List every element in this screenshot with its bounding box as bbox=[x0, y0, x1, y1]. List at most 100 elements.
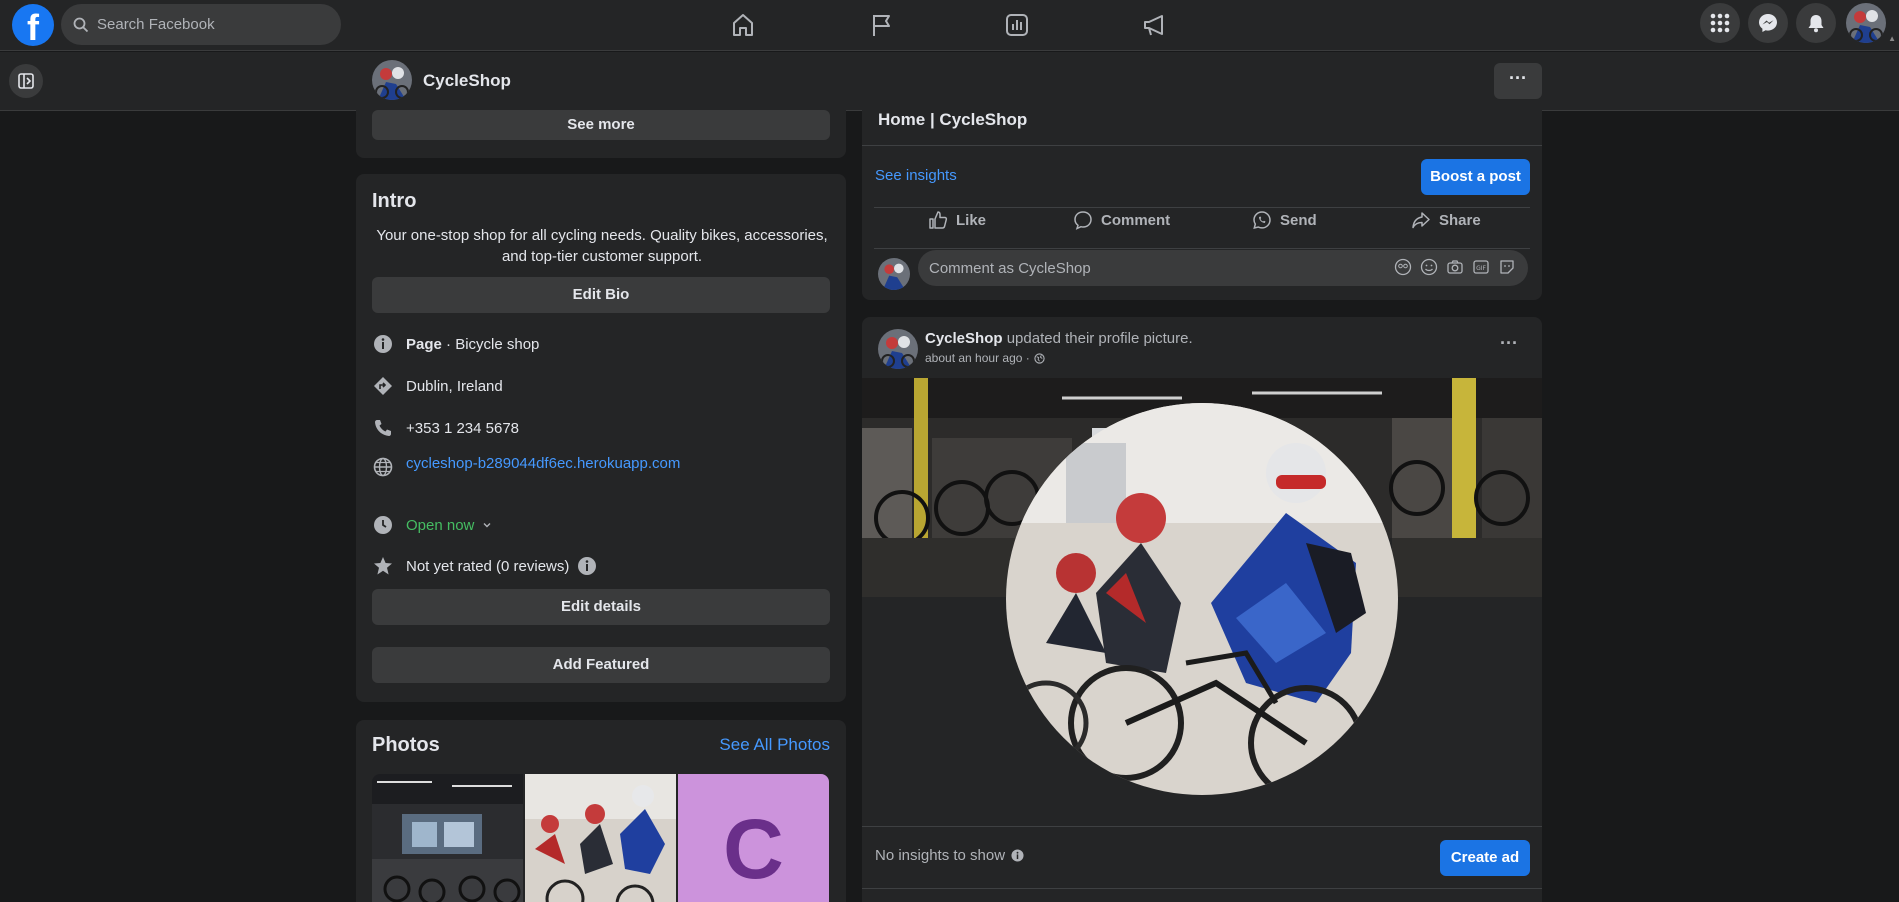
sticker-icon[interactable] bbox=[1498, 258, 1516, 276]
search-input[interactable]: Search Facebook bbox=[97, 16, 215, 33]
avatar-sticker-icon[interactable] bbox=[1394, 258, 1412, 276]
hours-row[interactable]: Open now bbox=[372, 513, 492, 537]
page-header-bar: CycleShop ··· bbox=[0, 52, 1899, 111]
chevron-down-icon[interactable] bbox=[482, 520, 492, 530]
website-row: cycleshop-b289044df6ec.herokuapp.com bbox=[372, 455, 680, 479]
photos-card: Photos See All Photos C bbox=[356, 720, 846, 902]
commenter-avatar[interactable] bbox=[878, 258, 910, 290]
new-profile-picture[interactable] bbox=[1006, 403, 1398, 795]
page-home-card: Home | CycleShop See insights Boost a po… bbox=[862, 104, 1542, 300]
page-avatar[interactable] bbox=[372, 60, 412, 100]
post-card: CycleShop updated their profile picture.… bbox=[862, 317, 1542, 902]
add-featured-button[interactable]: Add Featured bbox=[372, 647, 830, 683]
divider bbox=[874, 207, 1530, 208]
photo-thumbnail-letter[interactable]: C bbox=[678, 774, 829, 902]
see-insights-link[interactable]: See insights bbox=[875, 167, 957, 184]
comment-input[interactable]: Comment as CycleShop GIF bbox=[918, 250, 1528, 286]
divider bbox=[862, 145, 1542, 146]
directions-icon bbox=[372, 375, 394, 397]
post-more-options[interactable]: ··· bbox=[1500, 333, 1518, 354]
menu-grid-button[interactable] bbox=[1700, 3, 1740, 43]
photo-thumbnail-store[interactable] bbox=[372, 774, 523, 902]
comment-label: Comment bbox=[1101, 211, 1171, 229]
intro-card: Intro Your one-stop shop for all cycling… bbox=[356, 174, 846, 702]
divider bbox=[874, 248, 1530, 249]
intro-title: Intro bbox=[372, 190, 417, 212]
pages-flag-icon[interactable] bbox=[866, 10, 896, 40]
create-ad-button[interactable]: Create ad bbox=[1440, 840, 1530, 876]
emoji-icon[interactable] bbox=[1420, 258, 1438, 276]
see-more-button[interactable]: See more bbox=[372, 110, 830, 140]
camera-icon[interactable] bbox=[1446, 258, 1464, 276]
send-label: Send bbox=[1280, 211, 1317, 229]
post-author-avatar[interactable] bbox=[878, 329, 918, 369]
post-meta: about an hour ago · bbox=[925, 351, 1045, 365]
page-category: · Bicycle shop bbox=[441, 335, 540, 353]
search-box[interactable]: Search Facebook bbox=[61, 4, 341, 45]
no-insights-text: No insights to show bbox=[875, 847, 1006, 864]
comment-bubble-icon bbox=[1074, 211, 1092, 230]
ads-megaphone-icon[interactable] bbox=[1140, 10, 1170, 40]
post-author-name[interactable]: CycleShop bbox=[925, 330, 1003, 347]
account-avatar[interactable] bbox=[1846, 3, 1886, 43]
letter-tile-text: C bbox=[723, 802, 784, 896]
like-action[interactable]: Like bbox=[928, 210, 986, 230]
top-navigation-bar: f Search Facebook ▲ bbox=[0, 0, 1899, 51]
sidebar-toggle-button[interactable] bbox=[9, 64, 43, 98]
comment-tools: GIF bbox=[1394, 258, 1516, 276]
rating-row: Not yet rated (0 reviews) bbox=[372, 554, 597, 578]
page-category-row: Page · Bicycle shop bbox=[372, 332, 539, 356]
phone-icon bbox=[372, 417, 394, 439]
info-icon bbox=[372, 333, 394, 355]
post-action-text: updated their profile picture. bbox=[1002, 330, 1193, 347]
rating-text: Not yet rated (0 reviews) bbox=[406, 557, 570, 575]
intro-bio: Your one-stop shop for all cycling needs… bbox=[376, 227, 828, 265]
about-card-bottom: See more bbox=[356, 104, 846, 158]
svg-text:GIF: GIF bbox=[1476, 265, 1486, 272]
public-globe-icon bbox=[1034, 352, 1045, 364]
gif-icon[interactable]: GIF bbox=[1472, 258, 1490, 276]
post-header: CycleShop updated their profile picture. bbox=[925, 330, 1193, 347]
share-action[interactable]: Share bbox=[1411, 210, 1481, 230]
location-text: Dublin, Ireland bbox=[406, 377, 503, 395]
page-more-options-button[interactable]: ··· bbox=[1494, 63, 1542, 99]
page-label: Page bbox=[406, 335, 442, 353]
home-icon[interactable] bbox=[728, 10, 758, 40]
whatsapp-icon bbox=[1253, 211, 1271, 230]
see-all-photos-link[interactable]: See All Photos bbox=[719, 735, 830, 755]
send-action[interactable]: Send bbox=[1252, 210, 1317, 230]
website-link[interactable]: cycleshop-b289044df6ec.herokuapp.com bbox=[406, 455, 680, 472]
open-status[interactable]: Open now bbox=[406, 517, 474, 534]
search-icon bbox=[73, 17, 89, 33]
comment-action[interactable]: Comment bbox=[1073, 210, 1170, 230]
home-title: Home | CycleShop bbox=[878, 110, 1028, 129]
share-label: Share bbox=[1439, 211, 1481, 229]
sidebar-panel-icon bbox=[18, 73, 34, 89]
scroll-up-arrow-icon[interactable]: ▲ bbox=[1888, 34, 1896, 43]
facebook-logo[interactable]: f bbox=[12, 4, 54, 46]
photos-title: Photos bbox=[372, 734, 440, 756]
edit-bio-button[interactable]: Edit Bio bbox=[372, 277, 830, 313]
clock-icon bbox=[372, 514, 394, 536]
comment-placeholder: Comment as CycleShop bbox=[929, 260, 1091, 277]
notifications-button[interactable] bbox=[1796, 3, 1836, 43]
rating-info-icon[interactable] bbox=[577, 556, 597, 576]
insights-chart-icon[interactable] bbox=[1002, 10, 1032, 40]
divider bbox=[862, 888, 1542, 889]
bell-icon bbox=[1808, 15, 1824, 33]
messenger-icon bbox=[1759, 14, 1777, 32]
globe-icon bbox=[372, 456, 394, 478]
page-name[interactable]: CycleShop bbox=[423, 71, 511, 91]
like-label: Like bbox=[956, 211, 987, 229]
photo-thumbnail-cyclists[interactable] bbox=[525, 774, 676, 902]
post-timestamp[interactable]: about an hour ago · bbox=[925, 351, 1030, 365]
messenger-button[interactable] bbox=[1748, 3, 1788, 43]
divider bbox=[862, 826, 1542, 827]
boost-post-button[interactable]: Boost a post bbox=[1421, 159, 1530, 195]
insights-info-icon[interactable] bbox=[1011, 849, 1024, 862]
share-arrow-icon bbox=[1412, 212, 1430, 229]
thumbs-up-icon bbox=[929, 211, 948, 229]
location-row: Dublin, Ireland bbox=[372, 374, 503, 398]
edit-details-button[interactable]: Edit details bbox=[372, 589, 830, 625]
phone-text: +353 1 234 5678 bbox=[406, 419, 520, 437]
